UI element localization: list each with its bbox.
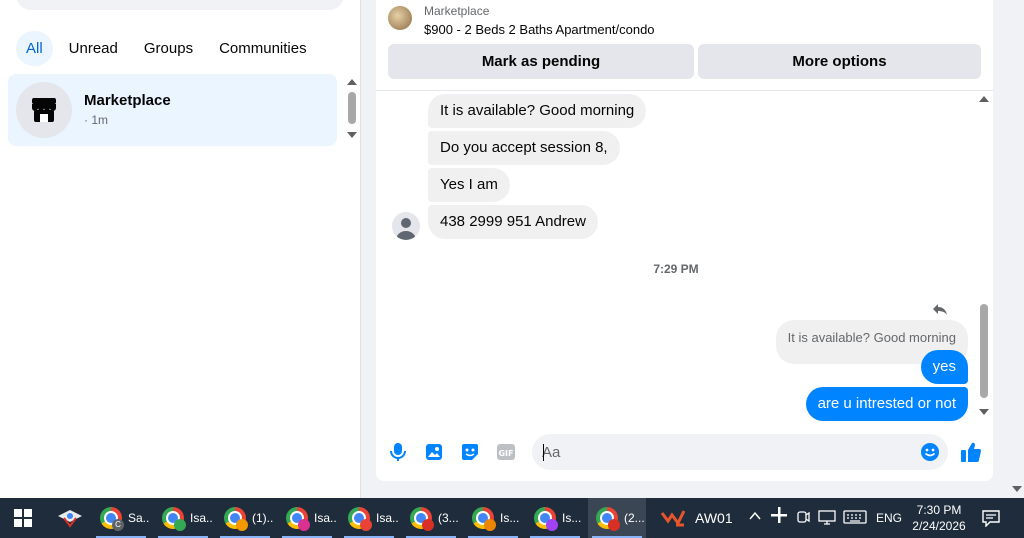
conversation-item-marketplace[interactable]: Marketplace · 1m — [8, 74, 337, 146]
taskbar-chrome-window[interactable]: (1)... — [216, 498, 274, 538]
outgoing-message[interactable]: yes — [920, 350, 968, 384]
taskbar-chrome-window[interactable]: Isa... — [278, 498, 336, 538]
message-composer[interactable] — [532, 434, 948, 470]
profile-badge-icon — [422, 519, 434, 531]
notification-icon[interactable] — [982, 509, 1000, 528]
reply-icon — [932, 301, 948, 317]
chrome-icon — [286, 507, 310, 531]
profile-badge-icon — [546, 519, 558, 531]
taskbar-item-label: Is... — [500, 511, 520, 525]
listing-source: Marketplace — [424, 4, 490, 18]
more-options-button[interactable]: More options — [698, 44, 981, 79]
taskbar-item-label: Isa... — [190, 511, 212, 525]
filter-groups[interactable]: Groups — [134, 31, 203, 66]
windows-start-icon[interactable] — [14, 509, 32, 527]
taskbar-item-label: (2... — [624, 511, 645, 525]
svg-text:GIF: GIF — [498, 449, 513, 458]
chrome-icon: C — [100, 507, 124, 531]
conversation-panel: Marketplace $900 - 2 Beds 2 Baths Apartm… — [376, 0, 993, 481]
taskbar-chrome-window[interactable]: (2... — [588, 498, 646, 538]
chat-list-panel: All Unread Groups Communities Marketplac… — [0, 0, 361, 498]
chrome-icon — [348, 507, 372, 531]
marketplace-store-icon — [16, 82, 72, 138]
page-scroll-down-arrow[interactable] — [1012, 486, 1022, 492]
taskbar-item-label: (3... — [438, 511, 459, 525]
windows-taskbar: C Sa... Isa... (1)... Isa... Isa... (3... Is...… — [0, 498, 1024, 538]
scroll-down-arrow[interactable] — [347, 132, 357, 138]
plus-icon[interactable] — [770, 506, 788, 524]
message-timestamp: 7:29 PM — [653, 262, 699, 276]
scroll-down-arrow[interactable] — [979, 409, 989, 415]
display-icon[interactable] — [818, 509, 836, 527]
microphone-icon[interactable] — [388, 442, 408, 462]
text-caret — [543, 444, 544, 461]
listing-title[interactable]: $900 - 2 Beds 2 Baths Apartment/condo — [424, 22, 655, 37]
profile-badge-icon — [298, 519, 310, 531]
taskbar-chrome-window[interactable]: C Sa... — [92, 498, 150, 538]
listing-thumbnail[interactable] — [388, 6, 412, 30]
profile-badge-icon — [174, 519, 186, 531]
thumbs-up-icon[interactable] — [960, 441, 982, 463]
profile-badge-icon: C — [112, 519, 124, 531]
chevron-up-icon[interactable] — [748, 509, 762, 527]
emoji-icon[interactable] — [920, 442, 940, 462]
chrome-icon — [534, 507, 558, 531]
incoming-message[interactable]: Yes I am — [428, 168, 510, 202]
meet-now-icon[interactable] — [796, 509, 810, 527]
profile-badge-icon — [608, 519, 620, 531]
chrome-icon — [596, 507, 620, 531]
filter-unread[interactable]: Unread — [59, 31, 128, 66]
incoming-message[interactable]: Do you accept session 8, — [428, 131, 620, 165]
conversation-title: Marketplace — [84, 92, 171, 109]
profile-badge-icon — [236, 519, 248, 531]
filter-communities[interactable]: Communities — [209, 31, 317, 66]
message-input[interactable] — [542, 434, 912, 470]
chrome-icon — [410, 507, 434, 531]
taskbar-item-label: Sa... — [128, 511, 150, 525]
keyboard-icon[interactable] — [843, 509, 867, 527]
taskbar-chrome-window[interactable]: Isa... — [340, 498, 398, 538]
taskbar-chrome-window[interactable]: Is... — [526, 498, 584, 538]
pinned-app-icon[interactable] — [56, 506, 84, 530]
aw01-app-icon[interactable] — [660, 507, 686, 529]
taskbar-item-label: (1)... — [252, 511, 274, 525]
gif-icon[interactable]: GIF — [496, 442, 516, 462]
mark-as-pending-button[interactable]: Mark as pending — [388, 44, 694, 79]
chrome-icon — [224, 507, 248, 531]
taskbar-chrome-window[interactable]: Is... — [464, 498, 522, 538]
aw01-label[interactable]: AW01 — [695, 510, 733, 526]
scrollbar-thumb[interactable] — [348, 92, 356, 124]
clock-time: 7:30 PM — [916, 503, 962, 517]
incoming-message[interactable]: 438 2999 951 Andrew — [428, 205, 598, 239]
taskbar-item-label: Isa... — [314, 511, 336, 525]
profile-badge-icon — [360, 519, 372, 531]
taskbar-chrome-window[interactable]: (3... — [402, 498, 460, 538]
outgoing-message[interactable]: are u intrested or not — [805, 387, 968, 421]
system-clock[interactable]: 7:30 PM 2/24/2026 — [906, 502, 972, 534]
chrome-icon — [472, 507, 496, 531]
filter-all[interactable]: All — [16, 31, 53, 66]
taskbar-item-label: Is... — [562, 511, 582, 525]
incoming-message[interactable]: It is available? Good morning — [428, 94, 647, 128]
scroll-up-arrow[interactable] — [347, 79, 357, 85]
taskbar-item-label: Isa... — [376, 511, 398, 525]
scrollbar-thumb[interactable] — [980, 304, 988, 398]
taskbar-chrome-window[interactable]: Isa... — [154, 498, 212, 538]
divider — [376, 90, 993, 91]
language-indicator[interactable]: ENG — [876, 511, 902, 529]
sticker-icon[interactable] — [460, 442, 480, 462]
clock-date: 2/24/2026 — [912, 519, 966, 533]
filter-tabs: All Unread Groups Communities — [16, 31, 317, 66]
search-input[interactable] — [16, 0, 344, 10]
conversation-time: · 1m — [84, 113, 108, 127]
scroll-up-arrow[interactable] — [979, 96, 989, 102]
image-icon[interactable] — [424, 442, 444, 462]
sender-avatar[interactable] — [392, 212, 420, 240]
profile-badge-icon — [484, 519, 496, 531]
chrome-icon — [162, 507, 186, 531]
